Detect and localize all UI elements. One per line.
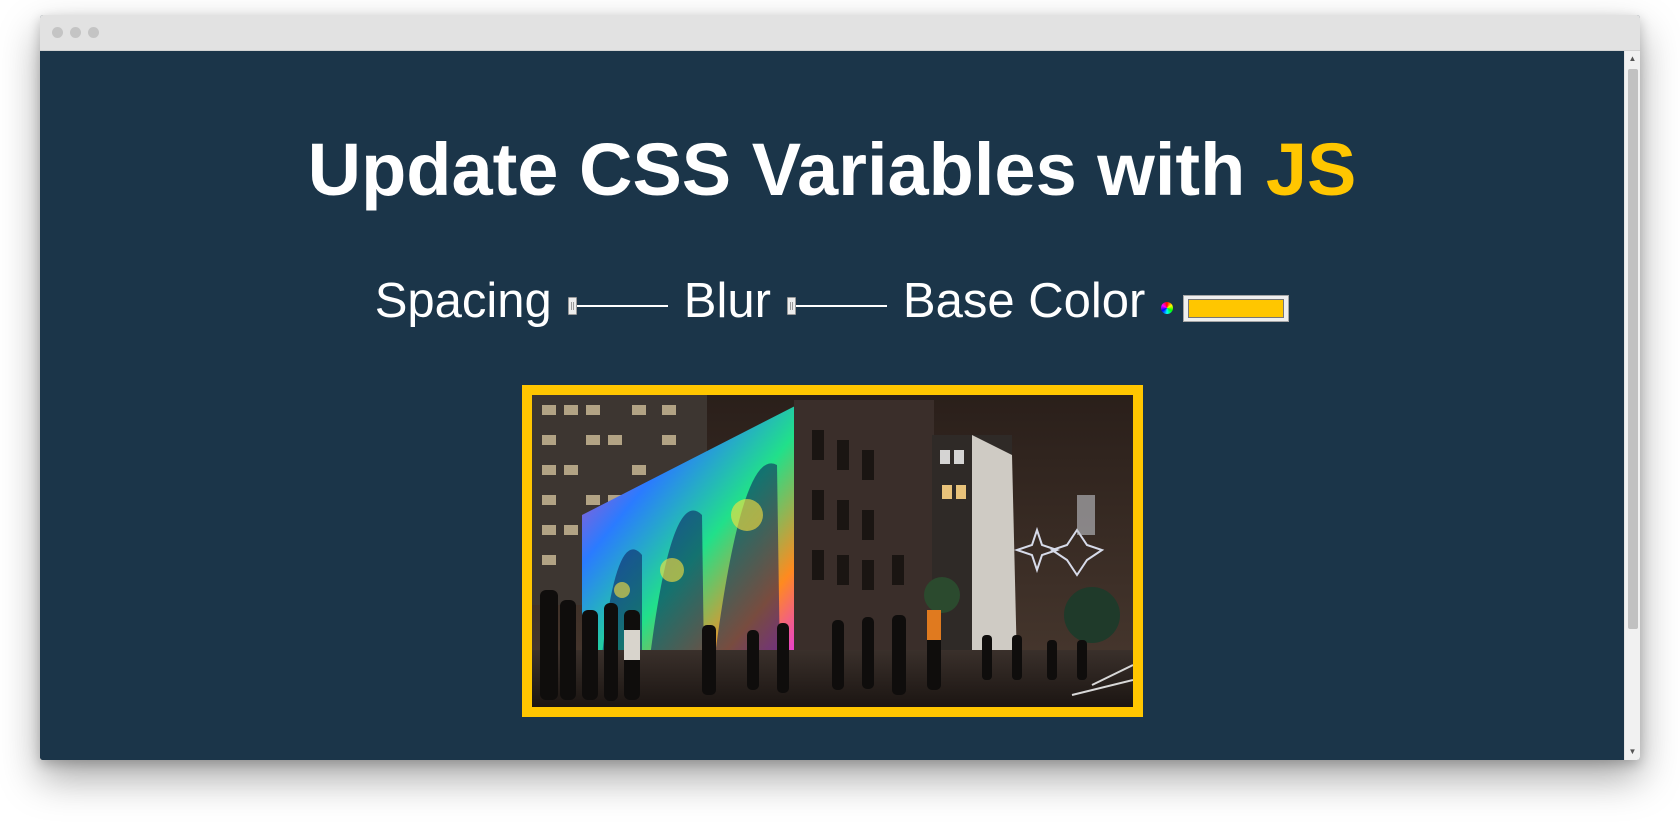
spacing-slider[interactable] <box>567 296 668 316</box>
blur-slider-thumb[interactable] <box>786 297 796 315</box>
scrollbar-thumb[interactable] <box>1628 69 1638 629</box>
photo <box>532 395 1133 707</box>
blur-slider-track <box>788 305 887 307</box>
base-color-swatch <box>1188 298 1285 318</box>
browser-window: Update CSS Variables with JS Spacing Blu… <box>40 15 1640 760</box>
blur-slider[interactable] <box>786 296 887 316</box>
zoom-window-button[interactable] <box>88 27 99 38</box>
base-color-picker[interactable] <box>1183 294 1290 322</box>
scroll-up-icon[interactable]: ▲ <box>1625 51 1640 67</box>
base-color-label: Base Color <box>902 274 1146 328</box>
scroll-down-icon[interactable]: ▼ <box>1625 744 1640 760</box>
spacing-label: Spacing <box>374 274 552 328</box>
controls-bar: Spacing Blur Base Color <box>40 271 1624 331</box>
page-title-text: Update CSS Variables with <box>307 128 1266 211</box>
spacing-slider-track <box>569 305 668 307</box>
window-titlebar <box>40 15 1640 51</box>
image-frame <box>522 385 1143 717</box>
page-viewport: Update CSS Variables with JS Spacing Blu… <box>40 51 1624 760</box>
minimize-window-button[interactable] <box>70 27 81 38</box>
spacing-slider-thumb[interactable] <box>567 297 577 315</box>
page-title-highlight: JS <box>1265 128 1357 211</box>
close-window-button[interactable] <box>52 27 63 38</box>
photo-icon <box>532 395 1133 707</box>
blur-label: Blur <box>683 274 771 328</box>
color-wheel-icon <box>1161 302 1174 314</box>
page-title: Update CSS Variables with JS <box>40 125 1624 215</box>
vertical-scrollbar[interactable]: ▲ ▼ <box>1624 51 1640 760</box>
